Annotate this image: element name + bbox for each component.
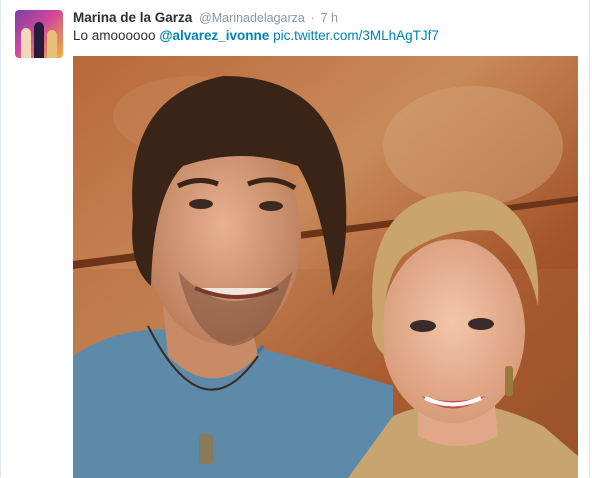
tweet-text-body: Lo amoooooo (73, 28, 160, 43)
user-fullname[interactable]: Marina de la Garza (73, 10, 192, 25)
tweet-text: Lo amoooooo @alvarez_ivonne pic.twitter.… (73, 28, 439, 43)
avatar-figure (47, 30, 57, 58)
tweet-timestamp[interactable]: 7 h (321, 11, 338, 25)
user-mention[interactable]: alvarez_ivonne (173, 28, 270, 43)
avatar-figure (34, 22, 44, 58)
selfie-photo (73, 56, 578, 478)
user-handle[interactable]: @Marinadelagarza (199, 11, 305, 25)
separator-dot: · (310, 11, 315, 25)
tweet-card: Marina de la Garza @Marinadelagarza · 7 … (0, 0, 590, 478)
tweet-media-photo[interactable] (73, 56, 578, 478)
avatar-figure (21, 28, 31, 58)
media-link[interactable]: pic.twitter.com/3MLhAgTJf7 (273, 28, 439, 43)
avatar[interactable] (15, 10, 63, 58)
tweet-header: Marina de la Garza @Marinadelagarza · 7 … (73, 10, 338, 28)
mention-at-symbol[interactable]: @ (159, 28, 172, 43)
